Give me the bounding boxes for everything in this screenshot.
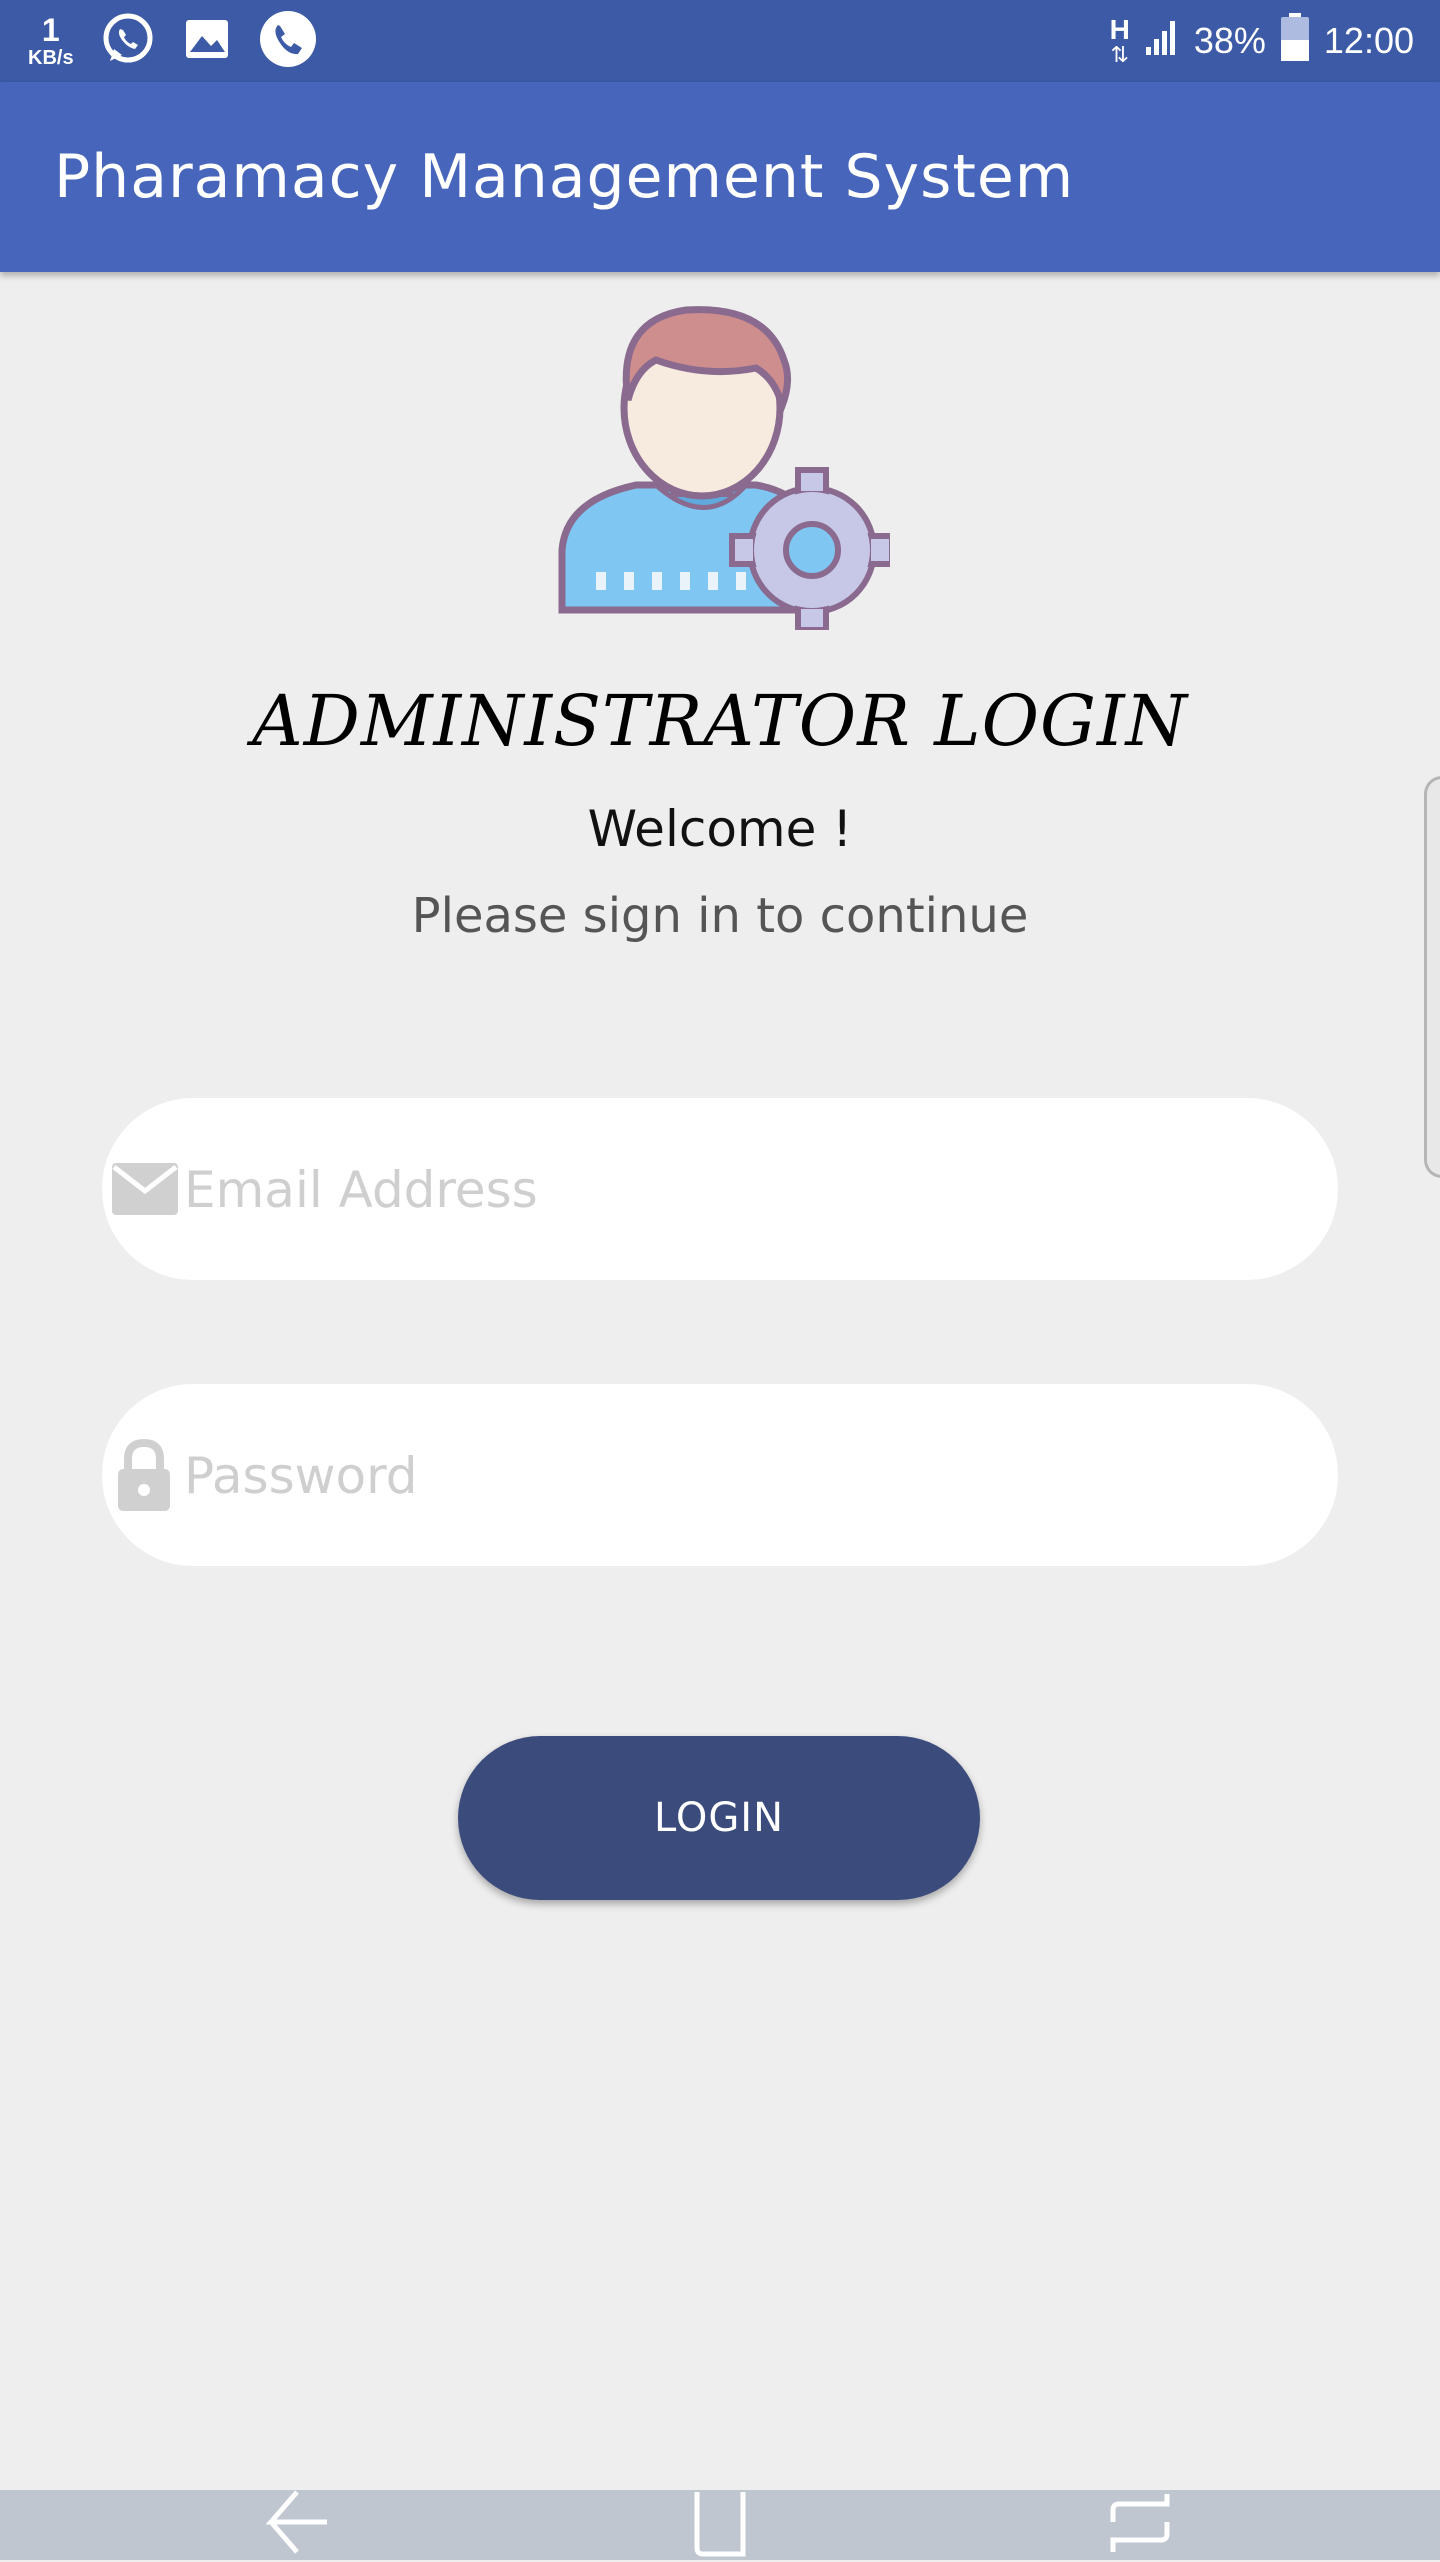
network-type-icon: H ⇅	[1109, 14, 1130, 67]
status-bar-right: H ⇅ 38% 12:00	[1110, 0, 1414, 82]
network-speed-value: 1	[41, 12, 60, 48]
network-type-label: H	[1109, 14, 1130, 45]
status-bar-left: 1 KB/s	[28, 0, 318, 82]
back-button[interactable]	[238, 2490, 358, 2560]
signal-icon	[1144, 17, 1180, 66]
email-input[interactable]	[182, 1098, 1286, 1282]
admin-avatar-icon	[556, 300, 895, 633]
app-bar: Pharamacy Management System	[0, 82, 1440, 272]
back-icon	[263, 2488, 333, 2562]
password-field[interactable]	[102, 1384, 1338, 1568]
whatsapp-icon	[100, 11, 156, 71]
email-field[interactable]	[102, 1098, 1338, 1282]
phone-icon	[258, 9, 318, 73]
network-speed-unit: KB/s	[28, 47, 74, 69]
password-input[interactable]	[182, 1384, 1286, 1568]
battery-icon	[1280, 12, 1310, 71]
network-speed: 1 KB/s	[28, 14, 74, 68]
signin-subtitle: Please sign in to continue	[411, 888, 1029, 944]
nav-bar	[0, 2490, 1440, 2560]
welcome-text: Welcome !	[587, 800, 853, 858]
image-icon	[182, 14, 232, 68]
mail-icon	[110, 1098, 180, 1280]
login-heading: ADMINISTRATOR LOGIN	[252, 680, 1188, 762]
recents-icon	[1105, 2488, 1175, 2562]
battery-percent: 38%	[1193, 20, 1266, 61]
lock-icon	[114, 1384, 174, 1566]
status-bar: 1 KB/s H ⇅ 38% 12:00	[0, 0, 1440, 82]
login-button[interactable]: LOGIN	[458, 1736, 980, 1900]
clock: 12:00	[1323, 20, 1414, 61]
app-title: Pharamacy Management System	[54, 142, 1075, 212]
edge-panel-handle[interactable]	[1424, 776, 1440, 1178]
recents-button[interactable]	[1080, 2490, 1200, 2560]
home-button[interactable]	[660, 2490, 780, 2560]
home-icon	[685, 2488, 755, 2562]
